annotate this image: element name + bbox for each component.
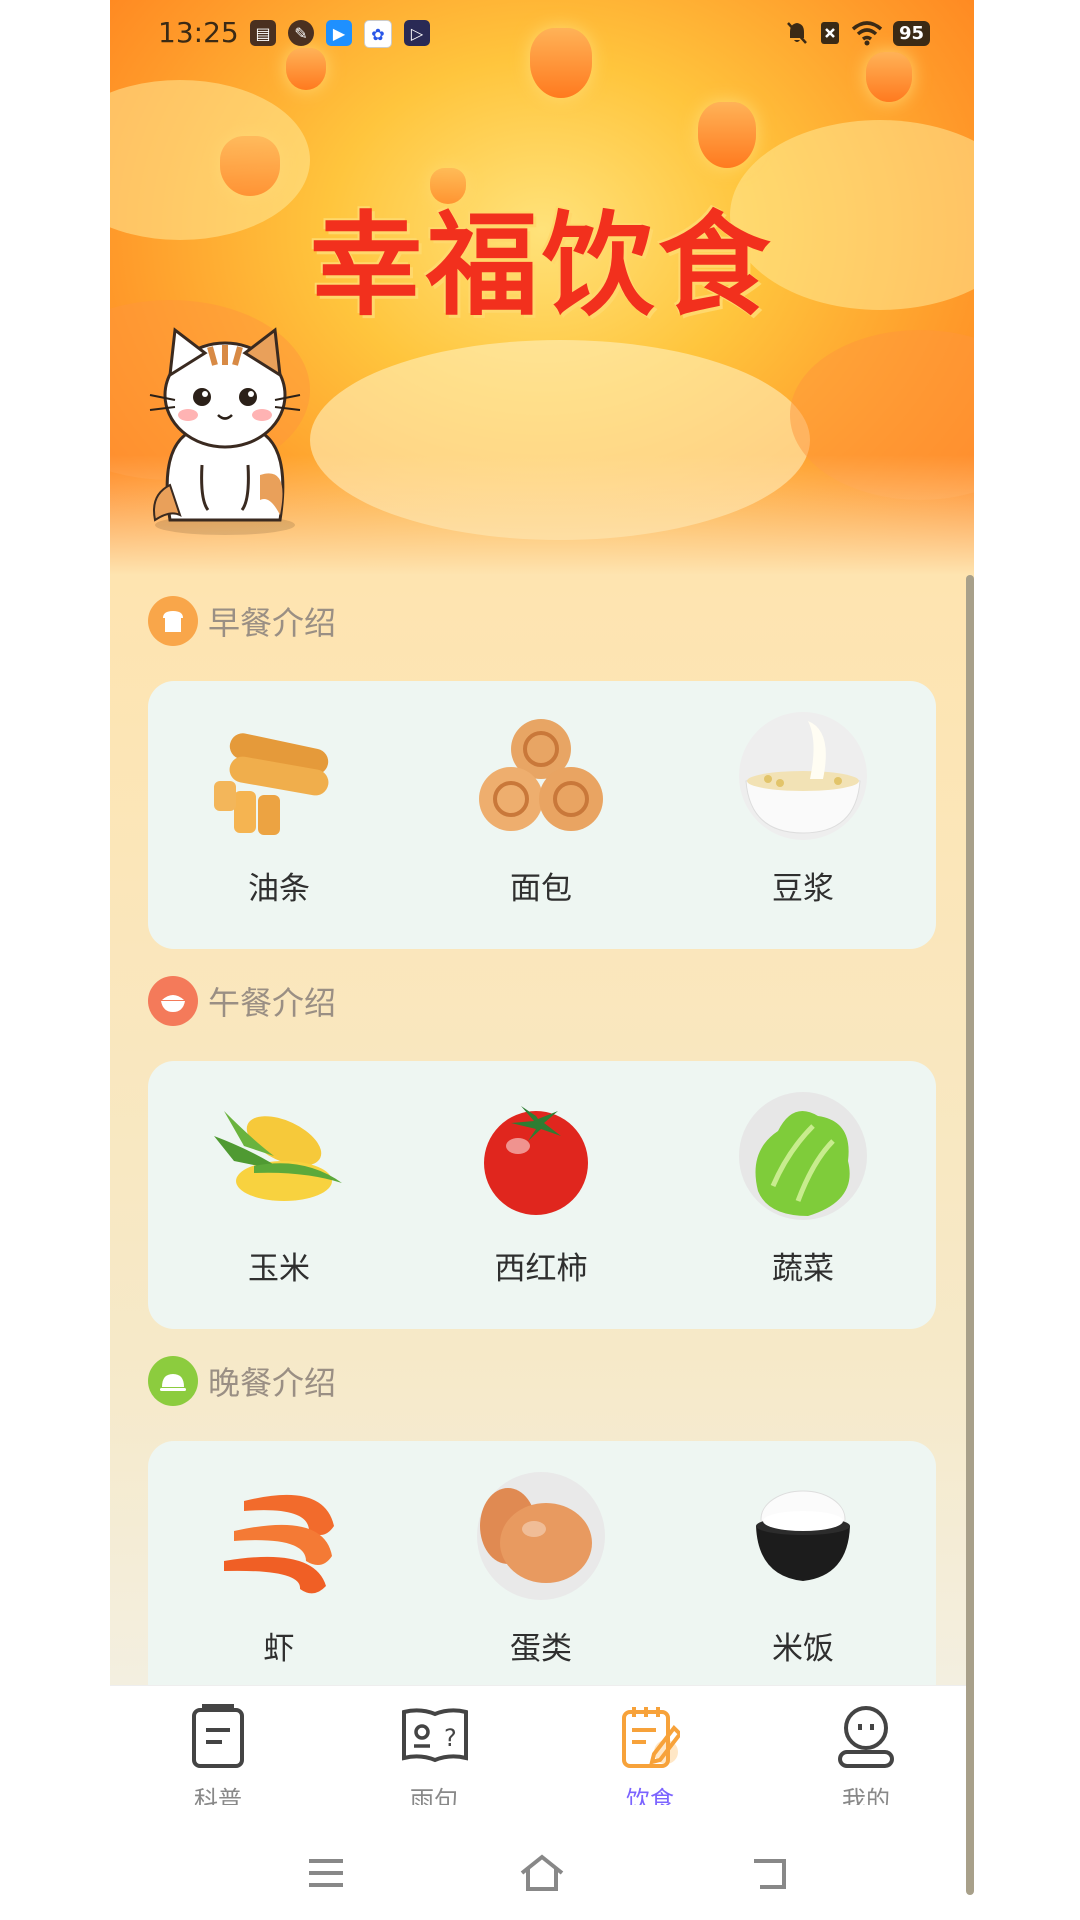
bread-icon [148,596,198,646]
wifi-icon [851,21,883,46]
food-item-shrimp[interactable]: 虾 [148,1441,410,1709]
shrimp-icon [224,1494,334,1594]
video-icon: ▶ [326,20,352,46]
food-label: 豆浆 [772,871,834,907]
food-item-eggs[interactable]: 蛋类 [410,1441,672,1709]
food-item-corn[interactable]: 玉米 [148,1061,410,1329]
status-bar: 13:25 ▤ ✎ ▶ ✿ ▷ 95 [110,0,974,64]
book-question-icon: ? [402,1708,468,1763]
lettuce-icon [739,1092,867,1220]
calendar-icon: ▤ [250,20,276,46]
food-label: 虾 [263,1631,295,1667]
sim-off-icon [820,22,839,44]
youtiao-icon [214,733,329,835]
bread-rolls-icon [479,719,603,831]
section-header-breakfast: 早餐介绍 [148,595,336,647]
home-icon[interactable] [518,1853,566,1893]
battery-indicator: 95 [892,20,930,46]
app-screen: 幸福饮食 13:25 ▤ ✎ ▶ ✿ ▷ 95 早餐介绍 油条 面包 豆浆 午餐… [110,0,974,1920]
food-label: 油条 [248,871,310,907]
food-label: 蔬菜 [772,1251,834,1287]
mute-bell-icon [787,22,807,44]
egg-icon [477,1472,605,1600]
status-time: 13:25 [158,16,239,49]
dinner-card: 虾 蛋类 米饭 [148,1441,936,1709]
bottom-nav: 科普 ? 雨句 饮食 我的 [110,1685,974,1814]
banner-title: 幸福饮食 [310,200,774,331]
content-scroll-area[interactable]: 早餐介绍 油条 面包 豆浆 午餐介绍 玉米 西红柿 蔬菜 晚餐介绍 虾 蛋类 米… [110,575,974,1895]
notes-edit-icon [622,1707,680,1768]
food-label: 玉米 [248,1251,310,1287]
breakfast-card: 油条 面包 豆浆 [148,681,936,949]
food-label: 西红柿 [494,1251,588,1287]
back-icon[interactable] [750,1853,790,1893]
section-header-lunch: 午餐介绍 [148,975,336,1027]
document-icon [192,1704,244,1768]
soymilk-icon [739,712,867,840]
food-item-tomato[interactable]: 西红柿 [410,1061,672,1329]
food-label: 面包 [510,871,572,907]
banner: 幸福饮食 [110,0,974,575]
food-item-bread[interactable]: 面包 [410,681,672,949]
system-nav-bar [110,1805,974,1920]
section-title: 晚餐介绍 [208,1364,337,1402]
tab-diet[interactable]: 饮食 [542,1686,758,1814]
food-item-lettuce[interactable]: 蔬菜 [672,1061,934,1329]
menu-icon[interactable] [306,1853,346,1893]
food-item-soymilk[interactable]: 豆浆 [672,681,934,949]
rice-bowl-icon [148,976,198,1026]
dish-cover-icon [148,1356,198,1406]
lunch-card: 玉米 西红柿 蔬菜 [148,1061,936,1329]
tab-science[interactable]: 科普 [110,1686,326,1814]
section-title: 午餐介绍 [208,984,337,1022]
cat-mascot-icon [149,327,301,535]
rice-icon [756,1490,850,1581]
section-header-dinner: 晚餐介绍 [148,1355,336,1407]
svg-text:?: ? [444,1724,457,1752]
tomato-icon [484,1106,588,1215]
corn-icon [214,1111,342,1201]
section-title: 早餐介绍 [208,604,337,642]
leaf-icon: ✎ [288,20,314,46]
scrollbar[interactable] [966,575,974,1895]
food-label: 米饭 [772,1631,834,1667]
food-item-youtiao[interactable]: 油条 [148,681,410,949]
profile-icon [838,1706,894,1768]
play-icon: ▷ [404,20,430,46]
tab-profile[interactable]: 我的 [758,1686,974,1814]
tab-rain-sentences[interactable]: ? 雨句 [326,1686,542,1814]
food-item-rice[interactable]: 米饭 [672,1441,934,1709]
food-label: 蛋类 [510,1631,572,1667]
baidu-icon: ✿ [364,20,392,48]
